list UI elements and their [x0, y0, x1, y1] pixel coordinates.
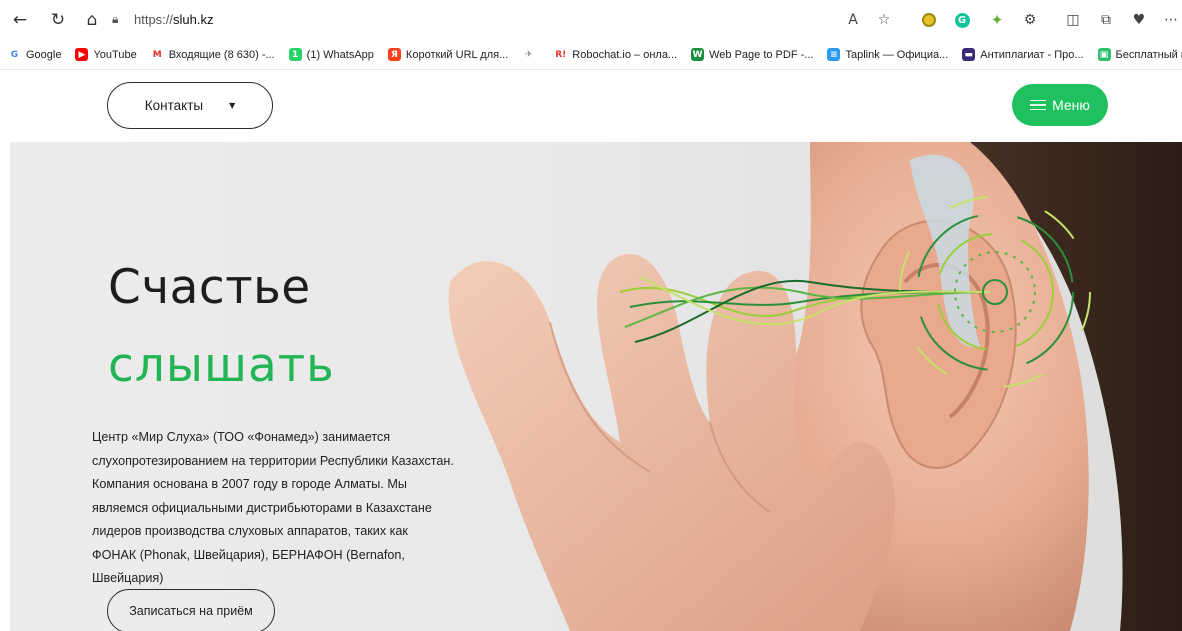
bookmark-label: Web Page to PDF -... [709, 48, 814, 61]
bookmark-label: Бесплатный конст... [1115, 48, 1182, 61]
hero-description-line: ФОНАК (Phonak, Швейцария), БЕРНАФОН (Ber… [92, 547, 405, 562]
bookmark-item[interactable]: ▬ Антиплагиат - Про... [962, 48, 1084, 61]
address-bar[interactable]: 🔒︎ https://sluh.kz [112, 5, 912, 33]
caret-down-icon: ▼ [229, 101, 236, 110]
bookmark-favicon-icon: 1 [288, 48, 302, 61]
bookmark-item[interactable]: R! Robochat.io – онла... [554, 48, 677, 61]
bookmark-favicon-icon: G [8, 48, 21, 61]
read-aloud-icon[interactable]: A [842, 9, 864, 31]
site-header: Контакты ▼ Меню [0, 71, 1182, 142]
bookmark-label: Taplink — Официа... [845, 48, 949, 61]
hero-description-line: Центр «Мир Слуха» (ТОО «Фонамед») занима… [92, 430, 391, 444]
hero-description-line: Компания основана в 2007 году в городе А… [92, 477, 407, 491]
bookmark-label: Robochat.io – онла... [572, 48, 678, 61]
menu-label: Меню [1052, 97, 1090, 113]
reload-icon[interactable]: ↻ [46, 8, 70, 32]
performance-icon[interactable]: ♥ [1128, 9, 1150, 31]
contacts-dropdown-button[interactable]: Контакты ▼ [107, 82, 273, 129]
extension-grammar-icon[interactable]: G [951, 9, 973, 31]
hero-description-line: слухопротезированием на территории Респу… [92, 453, 454, 468]
bookmark-item[interactable]: ≡ Taplink — Официа... [827, 48, 948, 61]
split-screen-icon[interactable]: ◫ [1062, 9, 1084, 31]
bookmark-favicon-icon: ▬ [962, 48, 976, 61]
bookmarks-bar: G Google ▶ YouTube M Входящие (8 630) -... 1 (1… [0, 40, 1182, 70]
back-icon[interactable]: ← [8, 8, 32, 32]
bookmark-item[interactable]: M Входящие (8 630) -... [150, 48, 275, 61]
bookmark-favicon-icon: R! [554, 48, 568, 61]
hero-description-line: лидеров производства слуховых аппаратов,… [92, 524, 408, 538]
bookmark-label: Входящие (8 630) -... [168, 48, 275, 61]
bookmark-favicon-icon: ✈ [522, 48, 536, 61]
menu-button[interactable]: Меню [1012, 84, 1108, 126]
home-icon[interactable]: ⌂ [80, 8, 104, 32]
bookmark-item[interactable]: G Google [8, 48, 61, 61]
hero-title-line-1: Счастье [108, 260, 311, 315]
hero-description-line: являемся официальными дистрибьюторами в … [92, 500, 432, 515]
favorite-star-icon[interactable]: ☆ [873, 9, 895, 31]
bookmark-item[interactable]: 1 (1) WhatsApp [288, 48, 374, 61]
extensions-puzzle-icon[interactable]: ⚙ [1019, 9, 1041, 31]
bookmark-item[interactable]: ✈ [522, 48, 540, 61]
url-text: https://sluh.kz [134, 11, 214, 27]
bookmark-label: Антиплагиат - Про... [980, 48, 1084, 61]
bookmark-favicon-icon: ▶ [75, 48, 89, 61]
bookmark-item[interactable]: Я Короткий URL для... [387, 48, 509, 61]
lock-icon: 🔒︎ [112, 11, 119, 26]
more-options-icon[interactable]: ⋯ [1160, 9, 1182, 31]
bookmark-favicon-icon: ≡ [827, 48, 841, 61]
contacts-label: Контакты [144, 98, 204, 113]
bookmark-favicon-icon: Я [387, 48, 401, 61]
hero-description: Центр «Мир Слуха» (ТОО «Фонамед») занима… [92, 426, 492, 591]
bookmark-label: Google [26, 48, 62, 61]
bookmark-favicon-icon: ▣ [1097, 48, 1111, 61]
bookmark-favicon-icon: M [150, 48, 164, 61]
extension-green-icon[interactable]: ✦ [986, 9, 1008, 31]
hero-section: Счастье слышать Центр «Мир Слуха» (ТОО «… [10, 142, 1182, 631]
bookmark-label: Короткий URL для... [405, 48, 509, 61]
hamburger-icon [1030, 97, 1047, 114]
bookmark-label: YouTube [93, 48, 137, 61]
book-appointment-button[interactable]: Записаться на приём [107, 589, 275, 631]
hero-title-line-2: слышать [108, 338, 335, 393]
bookmark-item[interactable]: W Web Page to PDF -... [691, 48, 813, 61]
hero-description-line: Швейцария) [92, 571, 164, 585]
collections-icon[interactable]: ⧉ [1095, 9, 1117, 31]
browser-address-row: ← ↻ ⌂ 🔒︎ https://sluh.kz A ☆ G ✦ ⚙ ◫ ⧉ ♥… [0, 0, 1182, 40]
bookmark-item[interactable]: ▶ YouTube [75, 48, 137, 61]
bookmark-label: (1) WhatsApp [306, 48, 374, 61]
extension-yellow-icon[interactable] [918, 9, 940, 31]
bookmark-favicon-icon: W [691, 48, 705, 61]
bookmark-item[interactable]: ▣ Бесплатный конст... [1097, 48, 1182, 61]
